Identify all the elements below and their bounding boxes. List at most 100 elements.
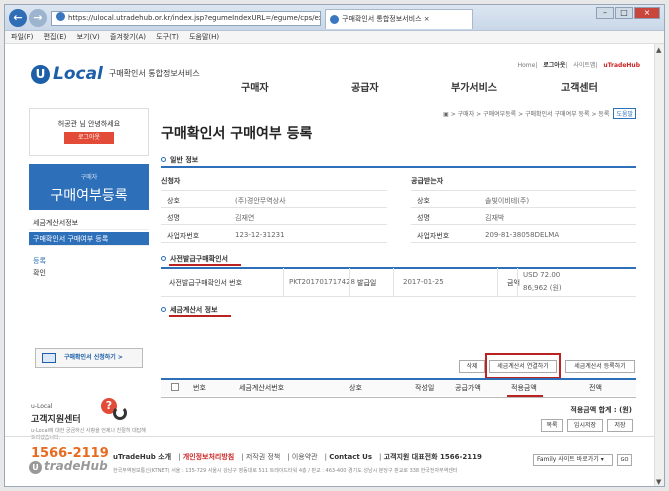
footer-terms-link[interactable]: 이용약관 (292, 453, 318, 461)
row-line (161, 296, 636, 297)
footer-phone: 고객지원 대표전화 1566-2119 (383, 453, 482, 461)
scroll-up-icon[interactable]: ▲ (656, 46, 661, 54)
close-button[interactable]: × (634, 7, 660, 19)
address-bar[interactable]: https://ulocal.utradehub.or.kr/index.jsp… (51, 11, 321, 26)
apply-confirmation-button[interactable]: 구매확인서 신청하기 > (35, 348, 143, 368)
left-sidebar: 허공관 님 안녕하세요 로그아웃 구매자 구매여부등록 세금계산서정보 구매확인… (29, 108, 149, 486)
highlight-box (485, 353, 561, 379)
browser-window: ← → https://ulocal.utradehub.or.kr/index… (4, 4, 665, 487)
sidebar-item-confirm[interactable]: 확인 (29, 266, 149, 280)
menu-help[interactable]: 도움말(H) (189, 33, 219, 41)
temp-save-button[interactable]: 임시저장 (567, 419, 603, 432)
home-link[interactable]: Home (518, 62, 536, 69)
pre-issued-row: 사전발급구매확인서 번호 PKT201701717428 발급일 2017-01… (161, 268, 636, 298)
menu-file[interactable]: 파일(F) (11, 33, 33, 41)
footer-copyright-link[interactable]: 저작권 정책 (246, 453, 280, 461)
footer-logo[interactable]: UtradeHub (29, 459, 108, 474)
row-line (161, 190, 387, 191)
site-logo[interactable]: U Local 구매확인서 통합정보서비스 (31, 64, 200, 84)
col-supply-amount: 공급가액 (455, 384, 481, 392)
pre-number-value: PKT201701717428 (289, 278, 355, 286)
site-header: U Local 구매확인서 통합정보서비스 Home| 로그아웃| 사이트맵| uT… (5, 44, 656, 94)
col-tax-invoice-no: 세금계산서번호 (239, 384, 285, 392)
headset-icon (113, 406, 127, 420)
sidebar-logout-button[interactable]: 로그아웃 (64, 132, 114, 144)
login-box: 허공관 님 안녕하세요 로그아웃 (29, 108, 149, 156)
section-general-label: 일반 정보 (170, 156, 199, 164)
menu-favorites[interactable]: 즐겨찾기(A) (110, 33, 146, 41)
section-pre-label: 사전발급구매확인서 (170, 255, 228, 263)
row-line (161, 224, 387, 225)
select-all-checkbox[interactable] (171, 383, 179, 391)
footer-contact-link[interactable]: Contact Us (329, 453, 372, 461)
footer-address: 한국무역정보통신(KTNET) 서울 : 135-729 서울시 강남구 영동대… (113, 468, 458, 474)
supplier-rep-label: 성명 (417, 214, 430, 222)
register-tax-invoice-button[interactable]: 세금계산서 등록하기 (565, 360, 635, 373)
back-button[interactable]: ← (9, 9, 27, 27)
menu-edit[interactable]: 편집(E) (44, 33, 67, 41)
sidebar-item-tax-invoice[interactable]: 세금계산서정보 (29, 216, 149, 230)
buyer-heading: 신청자 (161, 177, 181, 185)
apply-label: 구매확인서 신청하기 > (64, 354, 123, 361)
delete-button[interactable]: 삭제 (459, 360, 485, 373)
sitemap-link[interactable]: 사이트맵 (573, 62, 595, 69)
row-line (411, 242, 636, 243)
col-line (497, 268, 498, 296)
row-line (411, 224, 636, 225)
red-underline (169, 264, 241, 266)
row-line (161, 397, 636, 398)
supplier-heading: 공급받는자 (411, 177, 444, 185)
help-button[interactable]: 도움말 (613, 108, 636, 119)
list-button[interactable]: 목록 (541, 419, 563, 432)
menu-bar: 파일(F) 편집(E) 보기(V) 즐겨찾기(A) 도구(T) 도움말(H) (5, 31, 664, 44)
maximize-button[interactable]: □ (615, 7, 633, 19)
buyer-bizno-value: 123-12-31231 (235, 231, 285, 239)
utradehub-link[interactable]: uTradeHub (603, 62, 640, 69)
party-info-grid: 신청자 공급받는자 상호 (주)경안무역상사 성명 김재연 사업자번호 123-… (161, 176, 636, 246)
footer-about-link[interactable]: uTradeHub 소개 (113, 453, 171, 461)
sidebar-item-purchase-register[interactable]: 구매확인서 구매여부 등록 (29, 232, 149, 246)
gnb-buyer[interactable]: 구매자 (241, 79, 269, 94)
bullet-icon (161, 307, 166, 312)
page-favicon-icon (330, 15, 339, 24)
tax-table-header: 번호 세금계산서번호 상호 작성일 공급가액 적용금액 전액 (161, 380, 636, 396)
scroll-down-icon[interactable]: ▼ (656, 478, 661, 486)
logout-link[interactable]: 로그아웃 (543, 62, 565, 69)
monitor-icon (42, 353, 56, 363)
pre-date-label: 발급일 (357, 279, 377, 287)
pre-amount-usd: USD 72.00 (523, 271, 561, 279)
buyer-name-label: 상호 (167, 197, 180, 205)
go-button[interactable]: GO (617, 454, 632, 466)
menu-tools[interactable]: 도구(T) (156, 33, 179, 41)
buyer-bizno-label: 사업자번호 (167, 232, 200, 240)
gnb-supplier[interactable]: 공급자 (351, 79, 379, 94)
family-site-select[interactable]: Family 사이트 바로가기 ▾ (533, 454, 613, 466)
home-icon: ▣ (443, 111, 449, 118)
gnb-customer-center[interactable]: 고객센터 (561, 79, 598, 94)
col-applied-amount: 적용금액 (511, 384, 537, 392)
logo-mark: U (31, 65, 50, 84)
tab-title: 구매확인서 통합정보서비스 (342, 15, 422, 23)
sidebar-section-title: 구매여부등록 (50, 188, 128, 204)
supplier-bizno-value: 209-81-38058DELMA (485, 231, 560, 239)
footer-logo-mark: U (29, 461, 42, 474)
tab-close-icon[interactable]: × (424, 15, 430, 23)
pre-number-label: 사전발급구매확인서 번호 (169, 279, 243, 287)
minimize-button[interactable]: – (596, 7, 614, 19)
sidebar-section-small: 구매자 (80, 174, 98, 181)
save-button[interactable]: 저장 (607, 419, 633, 432)
menu-view[interactable]: 보기(V) (77, 33, 100, 41)
forward-button[interactable]: → (29, 9, 47, 27)
browser-tab[interactable]: 구매확인서 통합정보서비스 × (325, 9, 473, 29)
col-full-amount: 전액 (589, 384, 602, 392)
supplier-name-value: 솔빛이비테(주) (485, 197, 530, 205)
breadcrumb-text: > 구매자 > 구매여부등록 > 구매확인서 구매여부 등록 > 등록 (450, 111, 610, 118)
gnb-extra-services[interactable]: 부가서비스 (451, 79, 497, 94)
breadcrumb: ▣ > 구매자 > 구매여부등록 > 구매확인서 구매여부 등록 > 등록 도움말 (443, 108, 636, 119)
ie-icon (56, 12, 65, 21)
footer-logo-text: tradeHub (44, 459, 108, 473)
vertical-scrollbar[interactable]: ▲ ▼ (654, 44, 664, 486)
section-tax-label: 세금계산서 정보 (170, 306, 218, 314)
supplier-rep-value: 김재박 (485, 214, 505, 222)
footer-privacy-link[interactable]: 개인정보처리방침 (183, 453, 235, 461)
